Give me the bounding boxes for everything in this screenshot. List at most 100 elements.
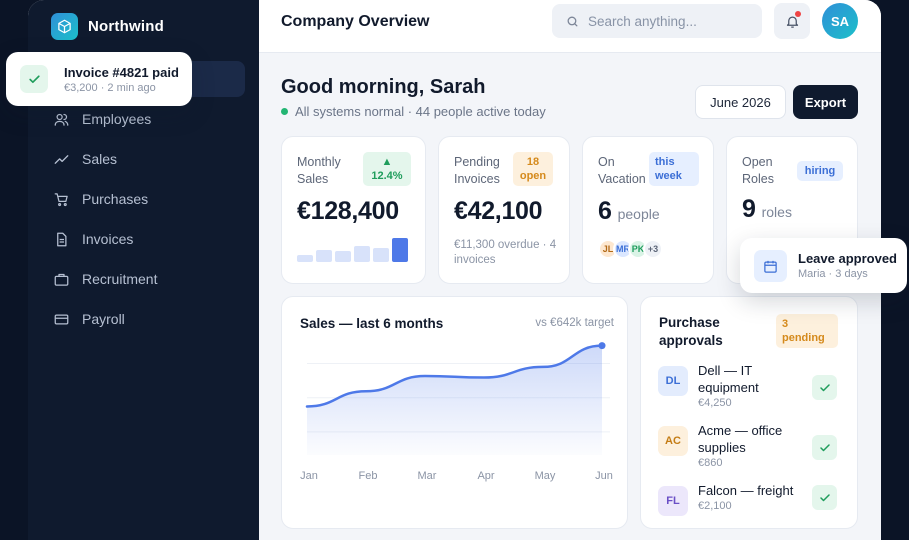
cube-icon: [51, 13, 78, 40]
sidebar-item-label: Sales: [82, 151, 118, 167]
avatar-group[interactable]: JL MR PK +3: [598, 239, 663, 259]
card-icon: [54, 314, 69, 324]
kpi-label: Pending Invoices: [454, 155, 500, 186]
x-tick-label: Jun: [595, 470, 613, 482]
approve-button[interactable]: [812, 435, 837, 460]
system-status: All systems normal · 44 people active to…: [281, 104, 546, 119]
sidebar-item-label: Purchases: [82, 191, 149, 207]
sidebar-item-sales[interactable]: Sales: [54, 139, 157, 179]
sidebar-item-recruitment[interactable]: Recruitment: [54, 259, 157, 299]
kpi-card-sales[interactable]: Monthly Sales ▲ 12.4% €128,400: [281, 136, 426, 284]
item-amount: €2,100: [698, 500, 732, 512]
item-amount: €860: [698, 457, 723, 469]
sidebar-item-payroll[interactable]: Payroll: [54, 299, 157, 339]
x-tick-label: Feb: [359, 470, 378, 482]
more-count: +3: [643, 239, 663, 259]
mini-bar: [335, 251, 351, 262]
brand[interactable]: Northwind: [51, 13, 164, 40]
period-badge: this week: [649, 152, 699, 186]
search-box[interactable]: [552, 4, 762, 38]
vendor-avatar: AC: [658, 426, 688, 456]
item-name: Acme — office supplies: [698, 423, 783, 455]
check-icon: [819, 383, 830, 391]
kpi-unit: roles: [761, 204, 792, 220]
month-picker-button[interactable]: June 2026: [695, 85, 786, 119]
section-title: Purchase approvals: [659, 315, 723, 348]
kpi-value: 9 roles: [742, 195, 792, 224]
sales-area: [307, 345, 602, 455]
check-icon: [819, 443, 830, 451]
toast-leave-approved[interactable]: Leave approved Maria · 3 days: [740, 238, 907, 293]
list-item[interactable]: AC Acme — office supplies €860: [658, 422, 802, 469]
kpi-number: 9: [742, 195, 756, 223]
kpi-card-vacation[interactable]: On Vacation this week 6 people JL MR PK +…: [582, 136, 714, 284]
document-icon: [57, 232, 67, 246]
kpi-unit: people: [617, 206, 660, 222]
x-tick-label: Mar: [418, 470, 437, 482]
count-badge: 18 open: [513, 152, 553, 186]
sidebar-nav: Employees Sales Purchases Invoices Recru…: [54, 99, 157, 339]
export-button[interactable]: Export: [793, 85, 858, 119]
sidebar-item-label: Payroll: [82, 311, 125, 327]
kpi-number: 6: [598, 197, 612, 225]
vendor-avatar: FL: [658, 486, 688, 516]
toast-invoice-paid[interactable]: Invoice #4821 paid €3,200 · 2 min ago: [6, 52, 192, 106]
briefcase-icon: [54, 273, 69, 286]
toast-title: Invoice #4821 paid: [64, 65, 179, 80]
sales-chart-card: Sales — last 6 months vs €642k target Ja…: [281, 296, 628, 529]
approve-button[interactable]: [812, 375, 837, 400]
sidebar-item-label: Employees: [82, 111, 152, 127]
x-tick-label: Jan: [300, 470, 318, 482]
pending-badge: 3 pending: [776, 314, 838, 348]
latest-point[interactable]: [598, 342, 606, 350]
kpi-value: 6 people: [598, 197, 660, 226]
calendar-icon: [754, 250, 787, 282]
toast-subtitle: €3,200 · 2 min ago: [64, 82, 156, 94]
status-text: All systems normal · 44 people active to…: [295, 104, 546, 119]
topbar: Company Overview SA: [259, 0, 881, 53]
x-tick-label: Apr: [477, 470, 494, 482]
kpi-value: €42,100: [454, 197, 543, 225]
users-icon: [54, 113, 69, 126]
greeting-title: Good morning, Sarah: [281, 76, 486, 98]
approve-button[interactable]: [812, 485, 837, 510]
sidebar-item-label: Invoices: [82, 231, 134, 247]
toast-title: Leave approved: [798, 251, 897, 266]
item-amount: €4,250: [698, 397, 732, 409]
kpi-subtext: €11,300 overdue · 4 invoices: [454, 239, 557, 266]
search-icon: [567, 16, 578, 26]
mini-bar: [392, 238, 408, 262]
status-badge: hiring: [797, 161, 843, 181]
kpi-card-invoices[interactable]: Pending Invoices 18 open €42,100 €11,300…: [438, 136, 570, 284]
purchase-approvals-card: Purchase approvals 3 pending DL Dell — I…: [640, 296, 858, 529]
mini-bar-chart: [297, 236, 408, 262]
check-circle-icon: [20, 65, 48, 93]
mini-bar: [316, 250, 332, 262]
search-input[interactable]: [588, 13, 748, 29]
mini-bar: [354, 246, 370, 262]
cart-icon: [54, 192, 68, 206]
check-icon: [819, 493, 830, 501]
user-avatar[interactable]: SA: [822, 3, 858, 39]
toast-subtitle: Maria · 3 days: [798, 268, 868, 280]
sidebar-item-purchases[interactable]: Purchases: [54, 179, 157, 219]
list-item[interactable]: FL Falcon — freight €2,100: [658, 482, 828, 516]
list-item[interactable]: DL Dell — IT equipment €4,250: [658, 362, 802, 409]
sidebar-item-label: Recruitment: [82, 271, 158, 287]
brand-name: Northwind: [88, 18, 164, 35]
kpi-value: €128,400: [297, 197, 399, 225]
sales-area-chart: Jan Feb Mar Apr May Jun: [300, 342, 613, 482]
page-title: Company Overview: [281, 13, 430, 30]
mini-bar: [373, 248, 389, 262]
kpi-label: Monthly Sales: [297, 155, 341, 186]
notifications-button[interactable]: [774, 3, 810, 39]
trend-icon: [54, 154, 69, 164]
item-name: Dell — IT equipment: [698, 363, 759, 395]
mini-bar: [297, 255, 313, 262]
notification-dot: [795, 11, 801, 17]
status-dot-icon: [281, 108, 288, 115]
kpi-label: Open Roles: [742, 155, 774, 186]
trend-badge: ▲ 12.4%: [363, 152, 411, 186]
sidebar-item-invoices[interactable]: Invoices: [54, 219, 157, 259]
item-name: Falcon — freight: [698, 483, 794, 498]
